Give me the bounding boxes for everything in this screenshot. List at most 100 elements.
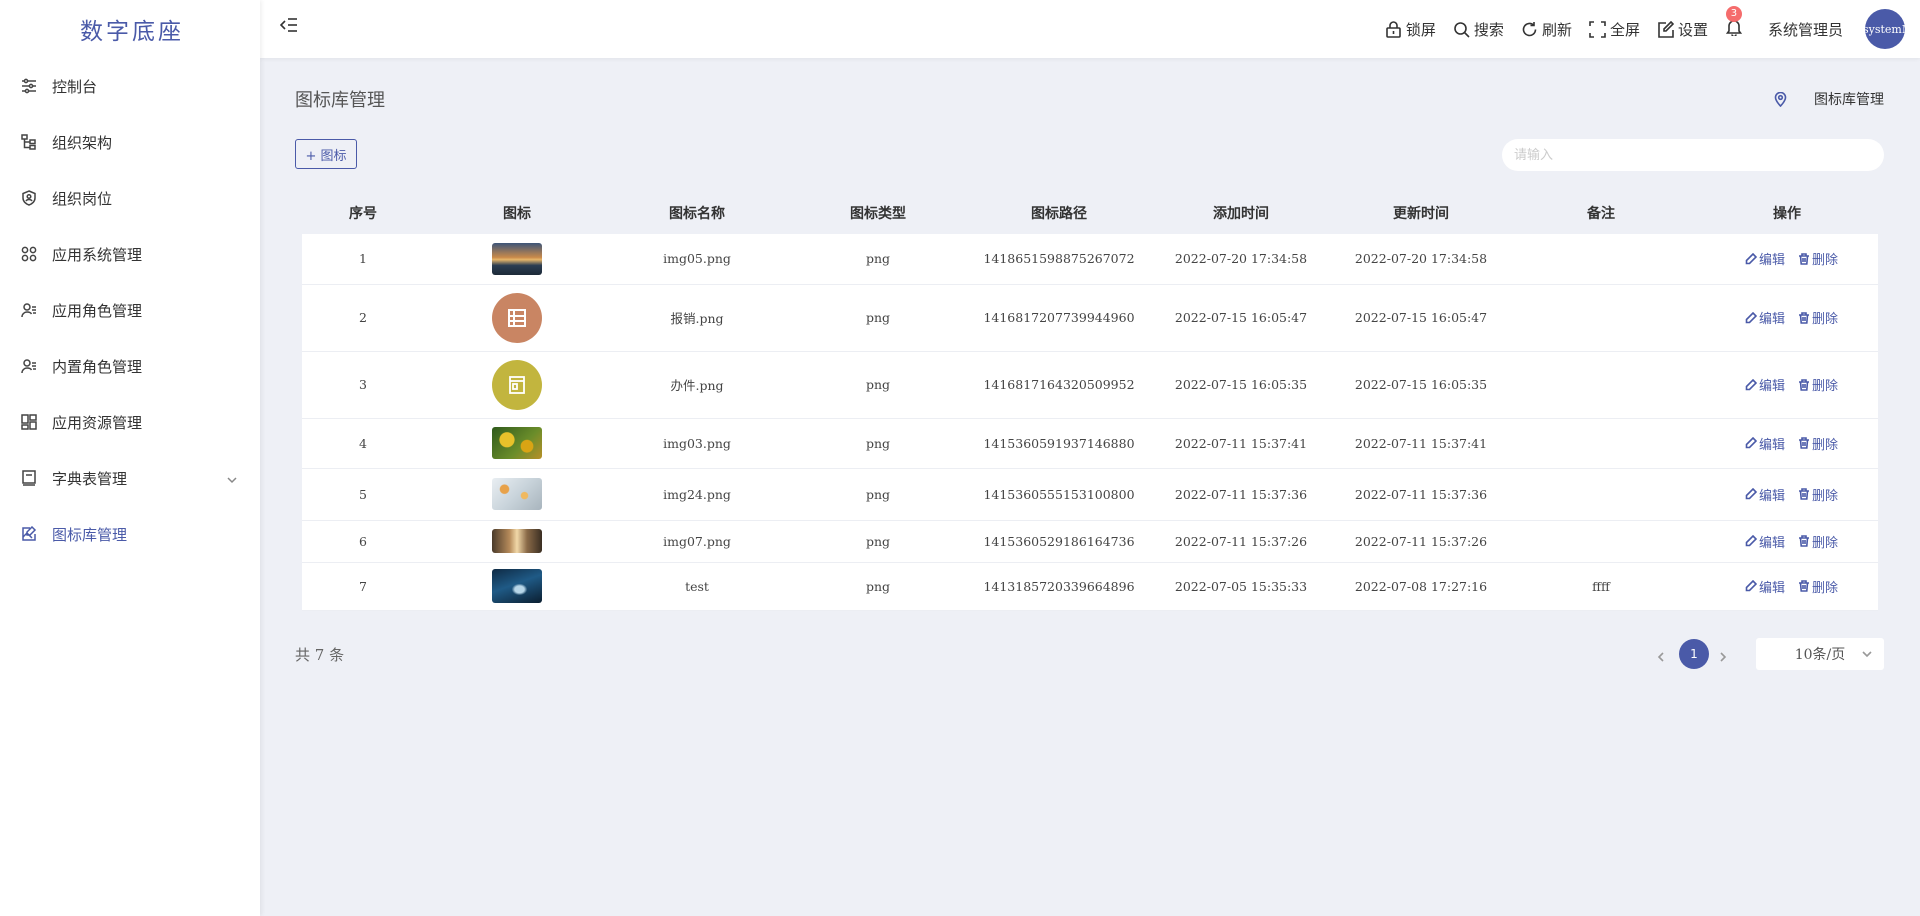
sidebar-item-label: 组织架构	[52, 133, 113, 152]
delete-button[interactable]: 删除	[1798, 434, 1838, 453]
pencil-icon	[1745, 488, 1757, 500]
edit-button[interactable]: 编辑	[1745, 249, 1785, 268]
sidebar-item-org-structure[interactable]: 组织架构	[0, 114, 260, 170]
sidebar-item-app-resources[interactable]: 应用资源管理	[0, 394, 260, 450]
delete-label: 删除	[1811, 379, 1838, 394]
refresh-button[interactable]: 刷新	[1521, 19, 1572, 40]
table-header-row: 序号 图标 图标名称 图标类型 图标路径 添加时间 更新时间 备注 操作	[302, 192, 1878, 234]
icon-table: 序号 图标 图标名称 图标类型 图标路径 添加时间 更新时间 备注 操作 1 i…	[302, 192, 1878, 611]
cell-updated: 2022-07-11 15:37:26	[1336, 520, 1506, 563]
cell-no: 7	[302, 562, 424, 611]
edit-label: 编辑	[1758, 488, 1785, 504]
cell-note: ffff	[1506, 562, 1696, 611]
trash-icon	[1798, 311, 1809, 324]
lock-screen-button[interactable]: 锁屏	[1385, 19, 1436, 40]
sidebar-item-dictionary[interactable]: 字典表管理	[0, 450, 260, 506]
grid-circles-icon	[21, 246, 37, 262]
page-title: 图标库管理	[295, 90, 385, 111]
search-input[interactable]	[1502, 139, 1884, 171]
sidebar-item-console[interactable]: 控制台	[0, 58, 260, 114]
search-label: 搜索	[1473, 20, 1504, 39]
sidebar-item-label: 组织岗位	[52, 189, 113, 208]
cell-note	[1506, 284, 1696, 352]
user-list-icon	[21, 302, 37, 318]
fullscreen-button[interactable]: 全屏	[1589, 19, 1640, 40]
column-header: 更新时间	[1393, 206, 1449, 222]
edit-label: 编辑	[1758, 312, 1785, 327]
flowers-thumbnail	[492, 427, 542, 459]
cell-name: test	[610, 562, 784, 611]
edit-button[interactable]: 编辑	[1745, 532, 1785, 551]
cell-updated: 2022-07-15 16:05:47	[1336, 284, 1506, 352]
breadcrumb-item[interactable]: 图标库管理	[1814, 89, 1884, 109]
edit-button[interactable]: 编辑	[1745, 434, 1785, 453]
document-icon	[492, 359, 542, 410]
avatar[interactable]: systemMan	[1865, 9, 1905, 49]
pencil-icon	[1745, 437, 1757, 449]
prev-page-icon[interactable]	[1656, 647, 1670, 662]
cell-type: png	[784, 284, 972, 352]
sidebar-item-label: 图标库管理	[52, 525, 128, 544]
refresh-icon	[1522, 21, 1537, 36]
edit-button[interactable]: 编辑	[1745, 308, 1785, 327]
table-row: 6 img07.png png 1415360529186164736 2022…	[302, 520, 1878, 563]
delete-button[interactable]: 删除	[1798, 375, 1838, 394]
collapse-sidebar-icon[interactable]	[279, 16, 300, 36]
column-header: 序号	[349, 206, 377, 222]
blossom-thumbnail	[492, 478, 542, 510]
refresh-label: 刷新	[1541, 20, 1572, 39]
sidebar-item-app-systems[interactable]: 应用系统管理	[0, 226, 260, 282]
page-size-select[interactable]: 10条/页	[1756, 638, 1884, 670]
next-page-icon[interactable]	[1718, 647, 1732, 662]
sidebar-item-org-positions[interactable]: 组织岗位	[0, 170, 260, 226]
breadcrumb: 图标库管理	[1773, 89, 1884, 109]
cell-note	[1506, 468, 1696, 521]
user-list-icon	[21, 358, 37, 374]
delete-button[interactable]: 删除	[1798, 532, 1838, 551]
delete-button[interactable]: 删除	[1798, 577, 1838, 596]
search-button[interactable]: 搜索	[1453, 19, 1504, 40]
cell-path: 1415360591937146880	[972, 418, 1146, 469]
cell-no: 6	[302, 520, 424, 563]
cell-no: 3	[302, 351, 424, 419]
column-header: 添加时间	[1213, 206, 1269, 222]
edit-button[interactable]: 编辑	[1745, 375, 1785, 394]
image-edit-icon	[21, 526, 37, 542]
column-header: 图标路径	[1031, 206, 1087, 222]
delete-label: 删除	[1811, 253, 1838, 269]
cell-path: 1418651598875267072	[972, 234, 1146, 285]
edit-label: 编辑	[1758, 437, 1785, 453]
cell-type: png	[784, 234, 972, 285]
sidebar-item-label: 应用系统管理	[52, 245, 143, 264]
table-row: 4 img03.png png 1415360591937146880 2022…	[302, 418, 1878, 469]
cell-type: png	[784, 418, 972, 469]
delete-button[interactable]: 删除	[1798, 485, 1838, 504]
cell-name: img07.png	[610, 520, 784, 563]
abacus-icon	[492, 292, 542, 343]
sidebar-item-builtin-roles[interactable]: 内置角色管理	[0, 338, 260, 394]
ocean-thumbnail	[492, 569, 542, 603]
sidebar-item-label: 控制台	[52, 77, 98, 96]
page-number[interactable]: 1	[1679, 639, 1709, 669]
cell-updated: 2022-07-11 15:37:36	[1336, 468, 1506, 521]
username[interactable]: 系统管理员	[1768, 19, 1843, 40]
chevron-down-icon	[1862, 651, 1872, 658]
edit-button[interactable]: 编辑	[1745, 485, 1785, 504]
notifications-button[interactable]: 3	[1725, 6, 1743, 40]
delete-button[interactable]: 删除	[1798, 249, 1838, 268]
delete-button[interactable]: 删除	[1798, 308, 1838, 327]
sidebar-item-icon-library[interactable]: 图标库管理	[0, 506, 260, 562]
tree-icon	[21, 134, 37, 150]
chevron-down-icon[interactable]	[226, 472, 238, 484]
sidebar-item-label: 应用角色管理	[52, 301, 143, 320]
column-header: 备注	[1587, 206, 1615, 222]
edit-button[interactable]: 编辑	[1745, 577, 1785, 596]
column-header: 图标名称	[669, 206, 725, 222]
cell-name: 办件.png	[610, 351, 784, 419]
table-row: 7 test png 1413185720339664896 2022-07-0…	[302, 562, 1878, 611]
sidebar-item-app-roles[interactable]: 应用角色管理	[0, 282, 260, 338]
settings-button[interactable]: 设置	[1657, 19, 1708, 40]
add-icon-button[interactable]: + 图标	[295, 139, 357, 169]
app-logo: 数字底座	[80, 19, 184, 45]
delete-label: 删除	[1811, 580, 1838, 596]
